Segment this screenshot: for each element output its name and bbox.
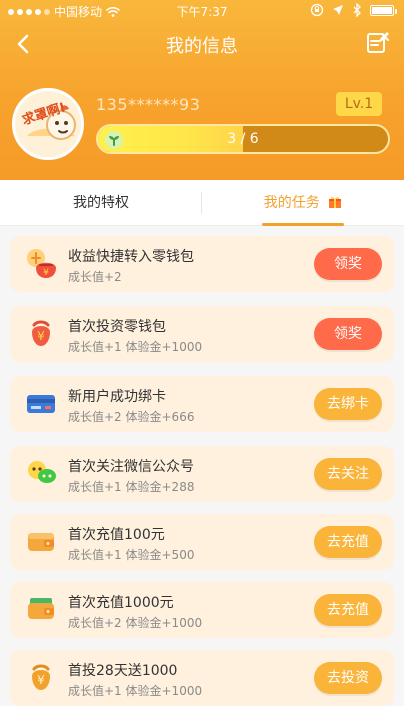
page-title: 我的信息 — [166, 36, 238, 57]
money-bag-icon: ¥ — [32, 320, 50, 346]
task-subtitle: 成长值+1 体验金+1000 — [68, 684, 203, 698]
location-arrow-icon — [333, 5, 343, 15]
gift-icon — [329, 197, 342, 208]
task-card: 新用户成功绑卡 成长值+2 体验金+666 去绑卡 — [10, 376, 394, 432]
task-action-button[interactable]: 去投资 — [314, 662, 382, 694]
svg-text:¥: ¥ — [43, 268, 49, 278]
task-action-button[interactable]: 去关注 — [314, 458, 382, 490]
level-badge: Lv.1 — [336, 92, 382, 116]
task-card: ¥ 收益快捷转入零钱包 成长值+2 领奖 — [10, 236, 394, 292]
svg-text:¥: ¥ — [37, 329, 45, 343]
card-icon — [27, 395, 55, 413]
task-title: 首次充值1000元 — [68, 595, 174, 611]
task-title: 首次投资零钱包 — [68, 319, 166, 335]
task-card: 首次关注微信公众号 成长值+1 体验金+288 去关注 — [10, 446, 394, 502]
header-hero: 中国移动 下午7:37 我的信息 求罩啊! 135******93 Lv.1 3… — [0, 0, 404, 180]
task-subtitle: 成长值+1 体验金+288 — [68, 480, 195, 494]
task-action-button[interactable]: 去绑卡 — [314, 388, 382, 420]
task-subtitle: 成长值+2 — [68, 270, 122, 284]
tab-privileges[interactable]: 我的特权 — [0, 180, 202, 226]
status-bar: 中国移动 下午7:37 — [0, 0, 404, 22]
task-title: 收益快捷转入零钱包 — [68, 249, 194, 265]
cash-wallet-icon — [28, 598, 54, 619]
task-action-button[interactable]: 领奖 — [314, 248, 382, 280]
phone-number: 135******93 — [96, 95, 201, 114]
task-title: 首次关注微信公众号 — [68, 459, 194, 475]
battery-icon — [370, 4, 397, 16]
task-subtitle: 成长值+2 体验金+1000 — [68, 616, 203, 630]
wechat-icon — [28, 461, 56, 483]
edit-button[interactable] — [362, 28, 392, 58]
lock-rotation-icon — [310, 3, 324, 17]
task-card: ¥ 首投28天送1000 成长值+1 体验金+1000 去投资 — [10, 650, 394, 706]
task-action-button[interactable]: 领奖 — [314, 318, 382, 350]
wallet-icon — [28, 533, 54, 551]
money-bag-icon: ¥ — [32, 664, 50, 690]
status-right — [310, 3, 397, 17]
task-title: 首投28天送1000 — [68, 663, 178, 679]
tab-tasks-label: 我的任务 — [263, 195, 320, 211]
bluetooth-icon — [353, 3, 361, 17]
coin-bag-icon: ¥ — [27, 249, 56, 278]
avatar[interactable]: 求罩啊! — [12, 88, 84, 160]
task-subtitle: 成长值+1 体验金+500 — [68, 548, 195, 562]
task-subtitle: 成长值+1 体验金+1000 — [68, 340, 203, 354]
task-subtitle: 成长值+2 体验金+666 — [68, 410, 195, 424]
task-action-button[interactable]: 去充值 — [314, 526, 382, 558]
tabs: 我的特权 我的任务 — [0, 180, 404, 226]
tab-tasks[interactable]: 我的任务 — [202, 180, 404, 226]
svg-text:¥: ¥ — [37, 673, 45, 687]
growth-progress-bar: 3 / 6 — [96, 124, 390, 154]
progress-label: 3 / 6 — [227, 131, 259, 147]
tasks-list: ¥ 收益快捷转入零钱包 成长值+2 领奖 ¥ 首次投资零钱包 成长值+1 体验金… — [0, 226, 404, 706]
task-card: 首次充值1000元 成长值+2 体验金+1000 去充值 — [10, 582, 394, 638]
task-action-button[interactable]: 去充值 — [314, 594, 382, 626]
task-card: 首次充值100元 成长值+1 体验金+500 去充值 — [10, 514, 394, 570]
task-card: ¥ 首次投资零钱包 成长值+1 体验金+1000 领奖 — [10, 306, 394, 362]
navigation-bar: 我的信息 — [0, 22, 404, 66]
task-title: 新用户成功绑卡 — [68, 389, 166, 405]
task-title: 首次充值100元 — [68, 527, 165, 543]
